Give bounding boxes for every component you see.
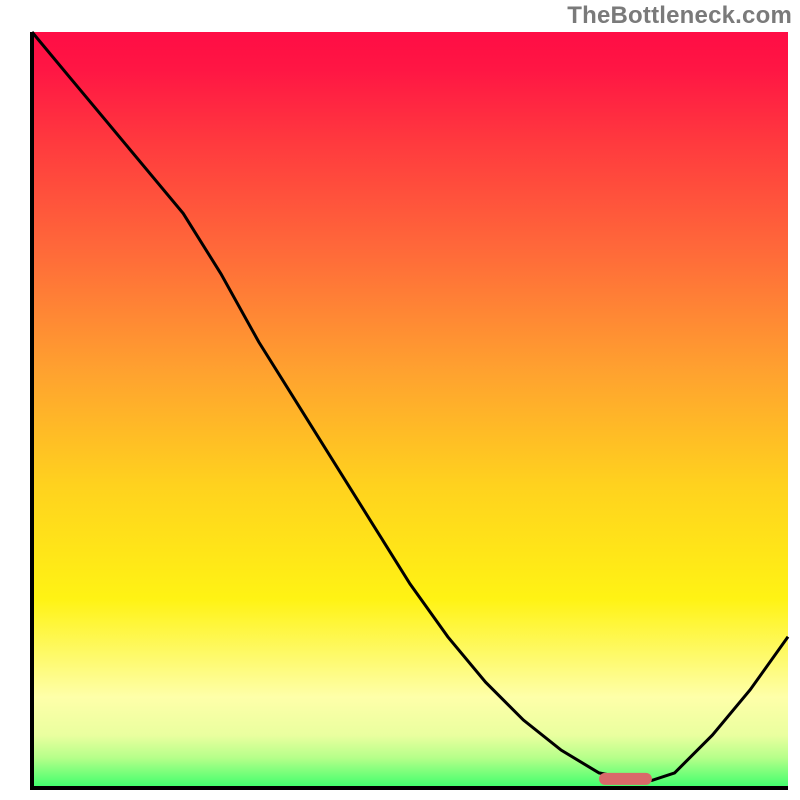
bottleneck-chart — [0, 0, 800, 800]
plot-background — [32, 32, 788, 788]
watermark-text: TheBottleneck.com — [567, 2, 792, 30]
optimum-marker — [599, 773, 652, 785]
